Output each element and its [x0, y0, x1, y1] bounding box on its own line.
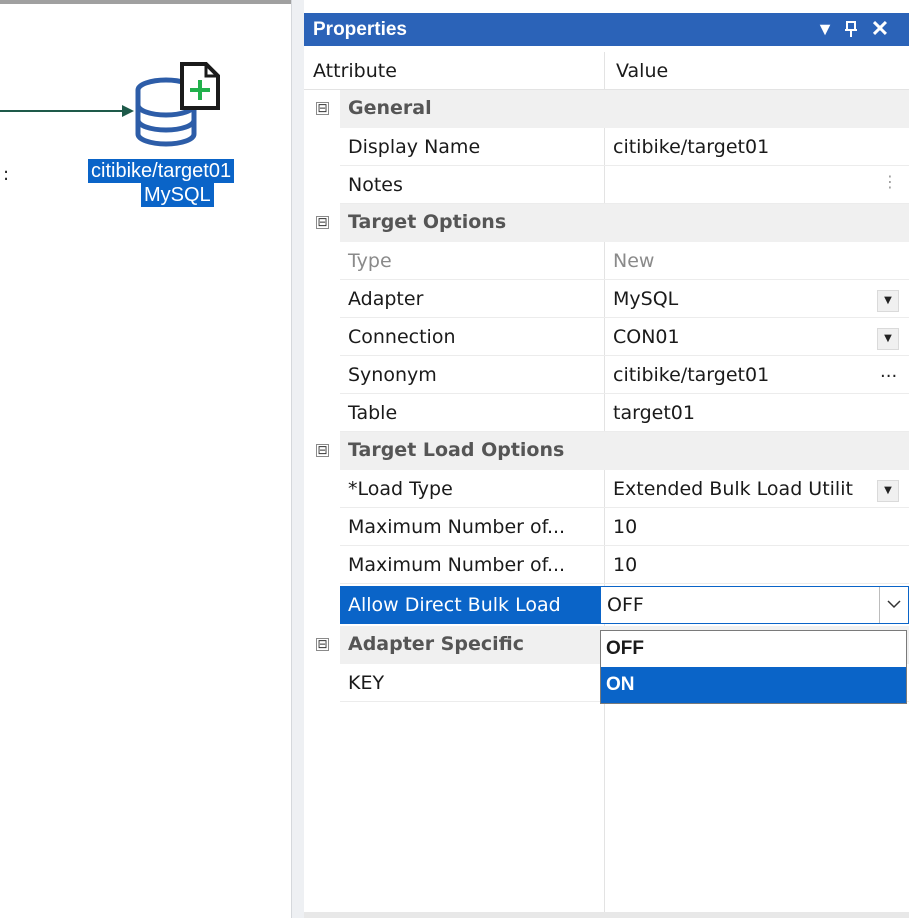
header-value[interactable]: Value [616, 60, 668, 82]
option-label: OFF [606, 638, 644, 659]
more-icon[interactable]: ⋮ [882, 172, 898, 191]
category-target-load-options[interactable]: ⊟ Target Load Options [304, 432, 909, 470]
row-synonym[interactable]: Synonym citibike/target01 ... [304, 356, 909, 394]
dropdown-option-on[interactable]: ON [601, 667, 906, 703]
properties-title-bar: Properties ▼ ✕ [304, 13, 909, 46]
attr-label: Connection [348, 326, 456, 348]
row-type[interactable]: Type New [304, 242, 909, 280]
row-divider [340, 583, 909, 584]
attr-label: Notes [348, 174, 403, 196]
row-max-number-1[interactable]: Maximum Number of... 10 [304, 508, 909, 546]
property-grid: ⊟ General Display Name citibike/target01… [304, 90, 909, 918]
attr-label: Allow Direct Bulk Load [348, 594, 561, 616]
value-field[interactable]: citibike/target01 [613, 364, 769, 386]
category-label: Target Options [348, 211, 507, 233]
row-max-number-2[interactable]: Maximum Number of... 10 [304, 546, 909, 584]
dropdown-arrow-icon[interactable]: ▼ [877, 290, 899, 312]
header-attribute[interactable]: Attribute [313, 60, 397, 82]
collapse-icon[interactable]: ⊟ [316, 102, 329, 115]
category-label: General [348, 97, 432, 119]
category-general[interactable]: ⊟ General [304, 90, 909, 128]
option-label: ON [606, 674, 635, 695]
node-label-adapter[interactable]: MySQL [141, 183, 214, 207]
allow-direct-dropdown-list: OFF ON [600, 630, 907, 704]
panel-title: Properties [313, 19, 407, 40]
row-display-name[interactable]: Display Name citibike/target01 [304, 128, 909, 166]
chevron-down-icon[interactable] [879, 587, 908, 623]
value-field[interactable]: MySQL [613, 288, 678, 310]
category-label: Adapter Specific [348, 633, 524, 655]
row-table[interactable]: Table target01 [304, 394, 909, 432]
value-field: New [613, 250, 655, 272]
collapse-icon[interactable]: ⊟ [316, 444, 329, 457]
grid-header: Attribute Value [304, 52, 909, 90]
value-field[interactable]: Extended Bulk Load Utilit [613, 478, 853, 500]
attr-label: Display Name [348, 136, 481, 158]
properties-panel: Properties ▼ ✕ Attribute Value ⊟ General… [304, 0, 909, 918]
allow-direct-combo[interactable]: OFF [600, 586, 909, 624]
combo-value[interactable]: OFF [607, 594, 644, 616]
flow-canvas[interactable]: : citibike/target01 MySQL [0, 0, 291, 918]
attr-label: KEY [348, 672, 385, 694]
attr-label: Table [348, 402, 398, 424]
dropdown-arrow-icon[interactable]: ▼ [877, 480, 899, 502]
panel-menu-chevron-icon[interactable]: ▼ [814, 17, 836, 41]
category-label: Target Load Options [348, 439, 565, 461]
category-target-options[interactable]: ⊟ Target Options [304, 204, 909, 242]
collapse-icon[interactable]: ⊟ [316, 216, 329, 229]
node-label-name[interactable]: citibike/target01 [88, 159, 235, 183]
attr-label: Synonym [348, 364, 437, 386]
ellipsis-button[interactable]: ... [880, 361, 897, 382]
database-target-icon[interactable] [130, 62, 226, 158]
canvas-text-fragment: : [3, 164, 10, 185]
attr-label: *Load Type [348, 478, 453, 500]
dropdown-arrow-icon[interactable]: ▼ [877, 328, 899, 350]
value-field[interactable]: citibike/target01 [613, 136, 769, 158]
close-icon[interactable]: ✕ [869, 17, 891, 41]
value-field[interactable]: CON01 [613, 326, 680, 348]
value-field[interactable]: 10 [613, 516, 637, 538]
row-load-type[interactable]: *Load Type Extended Bulk Load Utilit ▼ [304, 470, 909, 508]
row-allow-direct-bulk-load[interactable]: Allow Direct Bulk Load OFF [304, 586, 909, 624]
value-field[interactable]: target01 [613, 402, 695, 424]
panel-bottom-edge [304, 912, 909, 918]
attr-label: Adapter [348, 288, 424, 310]
attr-label: Maximum Number of... [348, 554, 566, 576]
collapse-icon[interactable]: ⊟ [316, 638, 329, 651]
attr-label: Type [348, 250, 392, 272]
header-separator[interactable] [604, 52, 605, 89]
attr-label: Maximum Number of... [348, 516, 566, 538]
row-adapter[interactable]: Adapter MySQL ▼ [304, 280, 909, 318]
row-notes[interactable]: Notes ⋮ [304, 166, 909, 204]
dropdown-option-off[interactable]: OFF [601, 631, 906, 667]
row-connection[interactable]: Connection CON01 ▼ [304, 318, 909, 356]
value-field[interactable]: 10 [613, 554, 637, 576]
pin-icon[interactable] [840, 17, 862, 41]
panel-splitter[interactable] [291, 0, 304, 918]
